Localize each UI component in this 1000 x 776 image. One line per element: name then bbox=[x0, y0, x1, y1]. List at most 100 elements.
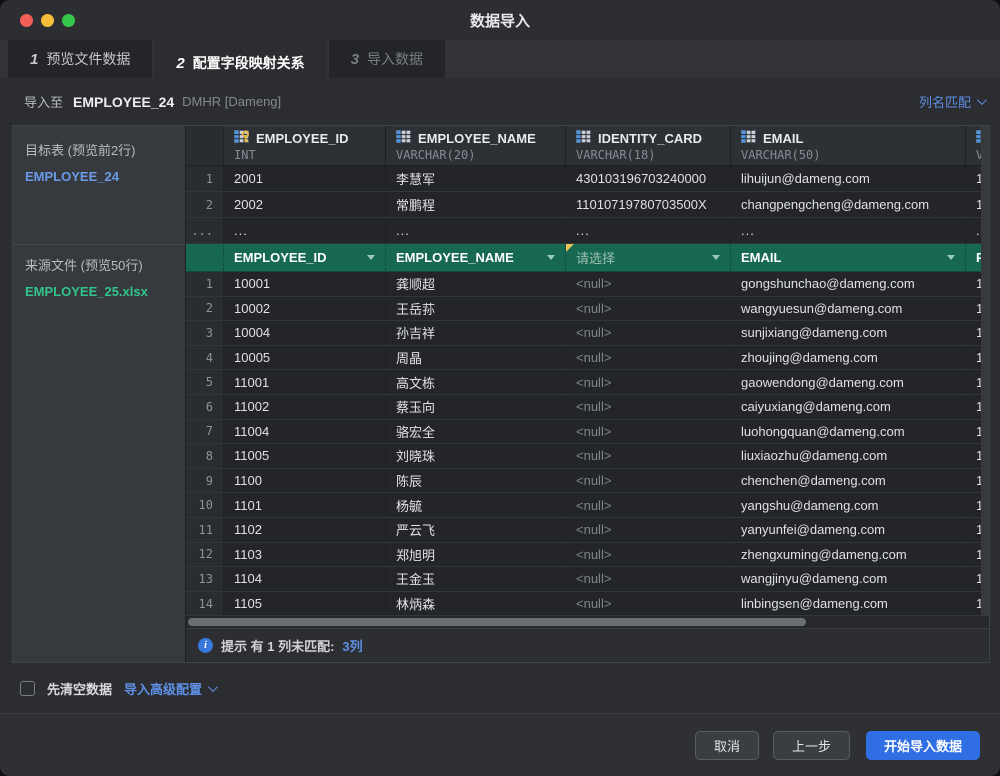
data-cell: 王金玉 bbox=[386, 567, 566, 591]
column-match-label: 列名匹配 bbox=[918, 95, 971, 110]
column-type-text: VARCHAR(20) bbox=[396, 147, 476, 162]
cell-value: 1100 bbox=[234, 473, 262, 489]
null-value: <null> bbox=[576, 350, 612, 366]
clear-data-checkbox[interactable] bbox=[20, 680, 35, 696]
footer-bar: 取消 上一步 开始导入数据 bbox=[0, 713, 1000, 776]
table-row: 8 11005 刘晓珠 <null> liuxiaozhu@dameng.com 1 bbox=[186, 444, 989, 469]
table-row: 6 11002 蔡玉向 <null> caiyuxiang@dameng.com 1 bbox=[186, 394, 989, 420]
cell-value: linbingsen@dameng.com bbox=[741, 596, 888, 612]
tab-step-number: 1 bbox=[30, 50, 39, 68]
target-table-section: 目标表 (预览前2行) EMPLOYEE_24 bbox=[13, 126, 185, 244]
cell-value: 常鹏程 bbox=[396, 198, 436, 213]
window-title: 数据导入 bbox=[469, 12, 530, 30]
data-cell: 王岳荪 bbox=[386, 296, 566, 321]
target-table-label: 目标表 (预览前2行) bbox=[25, 143, 136, 158]
horizontal-scrollbar-thumb[interactable] bbox=[188, 618, 807, 627]
table-row: 2 10002 王岳荪 <null> wangyuesun@dameng.com 1 bbox=[186, 296, 989, 322]
data-cell: <null> bbox=[566, 345, 731, 370]
mapping-select-email[interactable]: EMAIL bbox=[731, 244, 966, 271]
cell-value: 11002 bbox=[234, 399, 270, 415]
schema-label: DMHR [Dameng] bbox=[182, 94, 282, 109]
data-cell: 杨毓 bbox=[386, 493, 566, 517]
data-cell: ... bbox=[386, 218, 566, 243]
null-value: <null> bbox=[576, 546, 612, 562]
null-value: <null> bbox=[576, 497, 612, 513]
tab-step-1[interactable]: 1 预览文件数据 bbox=[8, 40, 153, 78]
data-cell: yanyunfei@dameng.com bbox=[731, 517, 966, 542]
row-number-cell: 14 bbox=[186, 591, 224, 616]
advanced-config-toggle[interactable]: 导入高级配置 bbox=[124, 679, 218, 698]
row-number-cell: 1 bbox=[186, 272, 224, 296]
window-titlebar: 数据导入 bbox=[0, 0, 1000, 40]
null-value: <null> bbox=[576, 522, 612, 538]
data-cell: lihuijun@dameng.com bbox=[731, 166, 966, 191]
primary-key-table-icon bbox=[234, 129, 250, 147]
tab-bar: 1 预览文件数据 2 配置字段映射关系 3 导入数据 bbox=[0, 40, 1000, 86]
mapping-row-corner bbox=[186, 244, 224, 271]
vertical-scrollbar[interactable] bbox=[981, 126, 989, 616]
cell-value: 王金玉 bbox=[396, 572, 436, 588]
column-match-dropdown[interactable]: 列名匹配 bbox=[918, 92, 987, 111]
null-value: <null> bbox=[576, 448, 612, 464]
data-cell: 1101 bbox=[224, 493, 386, 517]
table-row: 7 11004 骆宏全 <null> luohongquan@dameng.com 1 bbox=[186, 419, 989, 445]
data-cell: ... bbox=[224, 218, 386, 243]
column-type-text: VARCHAR(50) bbox=[741, 147, 821, 162]
cell-value: 10005 bbox=[234, 350, 271, 366]
mapping-select-identity-card[interactable]: 请选择 bbox=[566, 244, 731, 271]
cell-value: 蔡玉向 bbox=[396, 400, 436, 416]
data-cell: ... bbox=[731, 218, 966, 243]
data-import-dialog: 数据导入 1 预览文件数据 2 配置字段映射关系 3 导入数据 导入至 EMPLOYEE_… bbox=[0, 0, 1000, 776]
cell-value: 11005 bbox=[234, 448, 270, 464]
data-cell: 蔡玉向 bbox=[386, 394, 566, 419]
data-cell: <null> bbox=[566, 419, 731, 444]
tab-step-2[interactable]: 2 配置字段映射关系 bbox=[154, 40, 327, 86]
mapping-panel: 目标表 (预览前2行) EMPLOYEE_24 来源文件 (预览50行) EMP… bbox=[12, 125, 990, 663]
mapping-select-value: EMAIL bbox=[741, 250, 782, 265]
hint-bar: i 提示 有 1 列未匹配: 3列 bbox=[186, 628, 989, 662]
cell-value: 10004 bbox=[234, 325, 271, 341]
data-cell: 11001 bbox=[224, 370, 386, 394]
data-cell: 1103 bbox=[224, 542, 386, 567]
cell-value: 1101 bbox=[234, 497, 262, 513]
zoom-button[interactable] bbox=[62, 13, 75, 27]
mapping-select-employee-name[interactable]: EMPLOYEE_NAME bbox=[386, 244, 566, 271]
previous-step-button[interactable]: 上一步 bbox=[772, 731, 850, 760]
cell-value: luohongquan@dameng.com bbox=[741, 423, 905, 439]
row-number-cell: 4 bbox=[186, 345, 224, 370]
cell-value: 1103 bbox=[234, 546, 262, 562]
mapping-select-employee-id[interactable]: EMPLOYEE_ID bbox=[224, 244, 386, 271]
data-cell: 1100 bbox=[224, 468, 386, 493]
dropdown-arrow-icon bbox=[947, 255, 955, 260]
hint-text: 提示 有 1 列未匹配: bbox=[221, 639, 335, 655]
target-table-link[interactable]: EMPLOYEE_24 bbox=[25, 169, 173, 184]
cell-value: gongshunchao@dameng.com bbox=[741, 276, 915, 292]
close-button[interactable] bbox=[20, 13, 33, 27]
row-number-cell: 8 bbox=[186, 444, 224, 468]
data-cell: 430103196703240000 bbox=[566, 166, 731, 191]
column-header-name: IDENTITY_CARD bbox=[576, 129, 702, 147]
unmatched-columns-link[interactable]: 3列 bbox=[342, 636, 362, 655]
cell-value: 王岳荪 bbox=[396, 301, 436, 317]
data-cell: yangshu@dameng.com bbox=[731, 493, 966, 517]
row-number-cell: 13 bbox=[186, 567, 224, 591]
cell-value: 10002 bbox=[234, 300, 271, 316]
row-number-cell: 9 bbox=[186, 468, 224, 493]
data-cell: <null> bbox=[566, 272, 731, 296]
data-cell: 11005 bbox=[224, 444, 386, 468]
cell-value: caiyuxiang@dameng.com bbox=[741, 399, 891, 415]
data-cell: <null> bbox=[566, 591, 731, 616]
tab-step-3[interactable]: 3 导入数据 bbox=[328, 40, 446, 78]
source-preview-rows: 1 10001 龚顺超 <null> gongshunchao@dameng.com 1 2… bbox=[186, 272, 989, 617]
data-cell: 龚顺超 bbox=[386, 272, 566, 296]
cell-value: 李慧军 bbox=[396, 172, 436, 187]
table-row: 14 1105 林炳森 <null> linbingsen@dameng.com 1 bbox=[186, 591, 989, 617]
source-file-link[interactable]: EMPLOYEE_25.xlsx bbox=[25, 284, 173, 299]
start-import-button[interactable]: 开始导入数据 bbox=[865, 731, 980, 760]
column-type-text: INT bbox=[234, 147, 256, 162]
cell-value: 2002 bbox=[234, 197, 263, 212]
data-cell: <null> bbox=[566, 444, 731, 468]
cancel-button[interactable]: 取消 bbox=[694, 731, 759, 760]
minimize-button[interactable] bbox=[41, 13, 54, 27]
horizontal-scrollbar[interactable] bbox=[186, 616, 989, 629]
